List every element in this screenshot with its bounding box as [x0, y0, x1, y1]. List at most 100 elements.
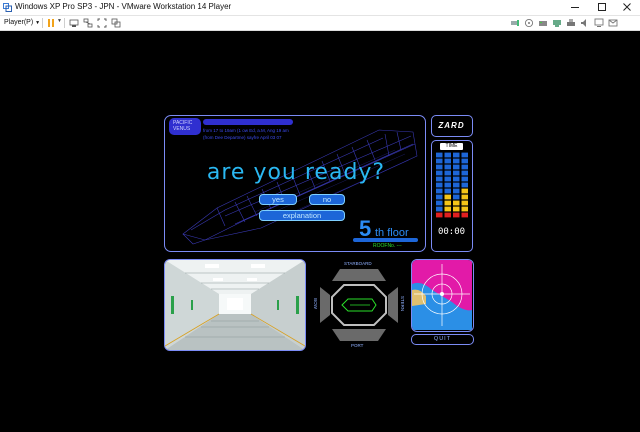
radar-display [412, 260, 472, 330]
time-meter-segment [436, 170, 443, 176]
message-icon[interactable] [608, 18, 618, 28]
time-meter-segment [436, 158, 443, 164]
minimize-icon [571, 7, 579, 8]
yes-label: yes [272, 195, 284, 204]
unity-icon[interactable] [111, 18, 121, 28]
time-meter-segment [444, 200, 451, 206]
time-meter-segment [444, 152, 451, 158]
zard-logo: ZARD [438, 121, 465, 130]
explanation-label: explanation [282, 211, 322, 220]
time-meter-segment [444, 158, 451, 164]
direction-port: PORT [351, 343, 364, 348]
navigation-pad: STARBOARD PORT BOW STERN [312, 259, 406, 351]
info-line-2: (from Dee Departme) sayfre April 03 07 [203, 135, 282, 140]
cd-drive-icon[interactable] [524, 18, 534, 28]
info-line-1: from 17 to 19am (1 ow Ed, a.M, Ang 19 am [203, 128, 289, 133]
time-meter-segment [453, 206, 460, 212]
time-panel: TIME 00:00 [431, 140, 473, 252]
time-meter-segment [436, 212, 443, 218]
time-meter-segment [436, 164, 443, 170]
direction-starboard: STARBOARD [344, 261, 372, 266]
pause-icon[interactable] [46, 18, 56, 28]
time-meter-segment [436, 188, 443, 194]
toolbar-separator [64, 18, 65, 28]
time-meter-segment [453, 194, 460, 200]
time-meter-segment [444, 164, 451, 170]
time-meter-segment [436, 200, 443, 206]
pacific-venus-label: PACIFIC VENUS [169, 118, 201, 135]
time-meter-segment [444, 194, 451, 200]
time-meter-segment [436, 206, 443, 212]
toolbar-separator [42, 18, 43, 28]
no-button[interactable]: no [309, 194, 345, 205]
time-meter-segment [444, 182, 451, 188]
hard-disk-icon[interactable] [538, 18, 548, 28]
time-meter-segment [444, 188, 451, 194]
time-meter-segment [453, 164, 460, 170]
roof-number: ROOFNo. --- [373, 243, 402, 249]
corridor-view [164, 259, 306, 351]
time-meter-segment [444, 206, 451, 212]
fullscreen-icon[interactable] [97, 18, 107, 28]
window-title: Windows XP Pro SP3 - JPN - VMware Workst… [15, 2, 232, 11]
time-meter-segment [461, 212, 468, 218]
headline: are you ready? [206, 160, 386, 185]
network-adapter-icon[interactable] [552, 18, 562, 28]
time-meter-segment [444, 212, 451, 218]
time-meter-segment [436, 152, 443, 158]
time-meter-segment [461, 200, 468, 206]
time-meter-segment [444, 170, 451, 176]
time-meter [436, 152, 468, 218]
time-meter-segment [453, 212, 460, 218]
main-panel: PACIFIC VENUS from 17 to 19am (1 ow Ed, … [164, 115, 426, 252]
bow-arrow[interactable] [320, 287, 330, 323]
time-meter-segment [461, 194, 468, 200]
no-label: no [322, 195, 332, 204]
time-meter-segment [444, 176, 451, 182]
minimize-button[interactable] [562, 0, 588, 15]
time-meter-segment [453, 158, 460, 164]
direction-stern: STERN [400, 295, 406, 312]
time-meter-segment [453, 188, 460, 194]
time-meter-segment [453, 176, 460, 182]
time-meter-segment [461, 164, 468, 170]
zard-logo-panel: ZARD [431, 115, 473, 137]
time-meter-segment [436, 194, 443, 200]
guest-display[interactable]: PACIFIC VENUS from 17 to 19am (1 ow Ed, … [0, 31, 640, 432]
yes-button[interactable]: yes [259, 194, 297, 205]
time-meter-segment [461, 152, 468, 158]
corridor-image [165, 260, 305, 350]
port-arrow[interactable] [332, 329, 386, 341]
time-meter-segment [461, 176, 468, 182]
player-menu-label: Player(P) [4, 19, 34, 26]
quit-label: QUIT [433, 336, 452, 342]
pause-dropdown-chevron-icon[interactable]: ▼ [57, 18, 62, 24]
vmware-app-icon [3, 3, 12, 12]
chevron-down-icon: ▼ [35, 20, 41, 26]
time-label: TIME [440, 143, 463, 150]
quit-button[interactable]: QUIT [411, 334, 474, 345]
title-bar: Windows XP Pro SP3 - JPN - VMware Workst… [0, 0, 640, 16]
maximize-button[interactable] [589, 0, 615, 15]
time-value: 00:00 [437, 227, 466, 237]
printer-icon[interactable] [566, 18, 576, 28]
player-menu[interactable]: Player(P) ▼ [4, 17, 40, 29]
network-icon[interactable] [83, 18, 93, 28]
usb-device-icon[interactable] [510, 18, 520, 28]
time-meter-segment [461, 188, 468, 194]
direction-bow: BOW [312, 298, 318, 309]
explanation-button[interactable]: explanation [259, 210, 345, 221]
maximize-icon [598, 3, 606, 11]
close-button[interactable] [614, 0, 640, 15]
time-meter-segment [453, 170, 460, 176]
time-meter-segment [436, 176, 443, 182]
stern-arrow[interactable] [388, 287, 398, 323]
send-ctrl-alt-del-icon[interactable] [69, 18, 79, 28]
time-meter-segment [453, 152, 460, 158]
starboard-arrow[interactable] [332, 269, 386, 281]
display-icon[interactable] [594, 18, 604, 28]
time-meter-segment [461, 206, 468, 212]
player-toolbar: Player(P) ▼ ▼ [0, 16, 640, 31]
radar-panel [411, 259, 474, 332]
sound-card-icon[interactable] [580, 18, 590, 28]
